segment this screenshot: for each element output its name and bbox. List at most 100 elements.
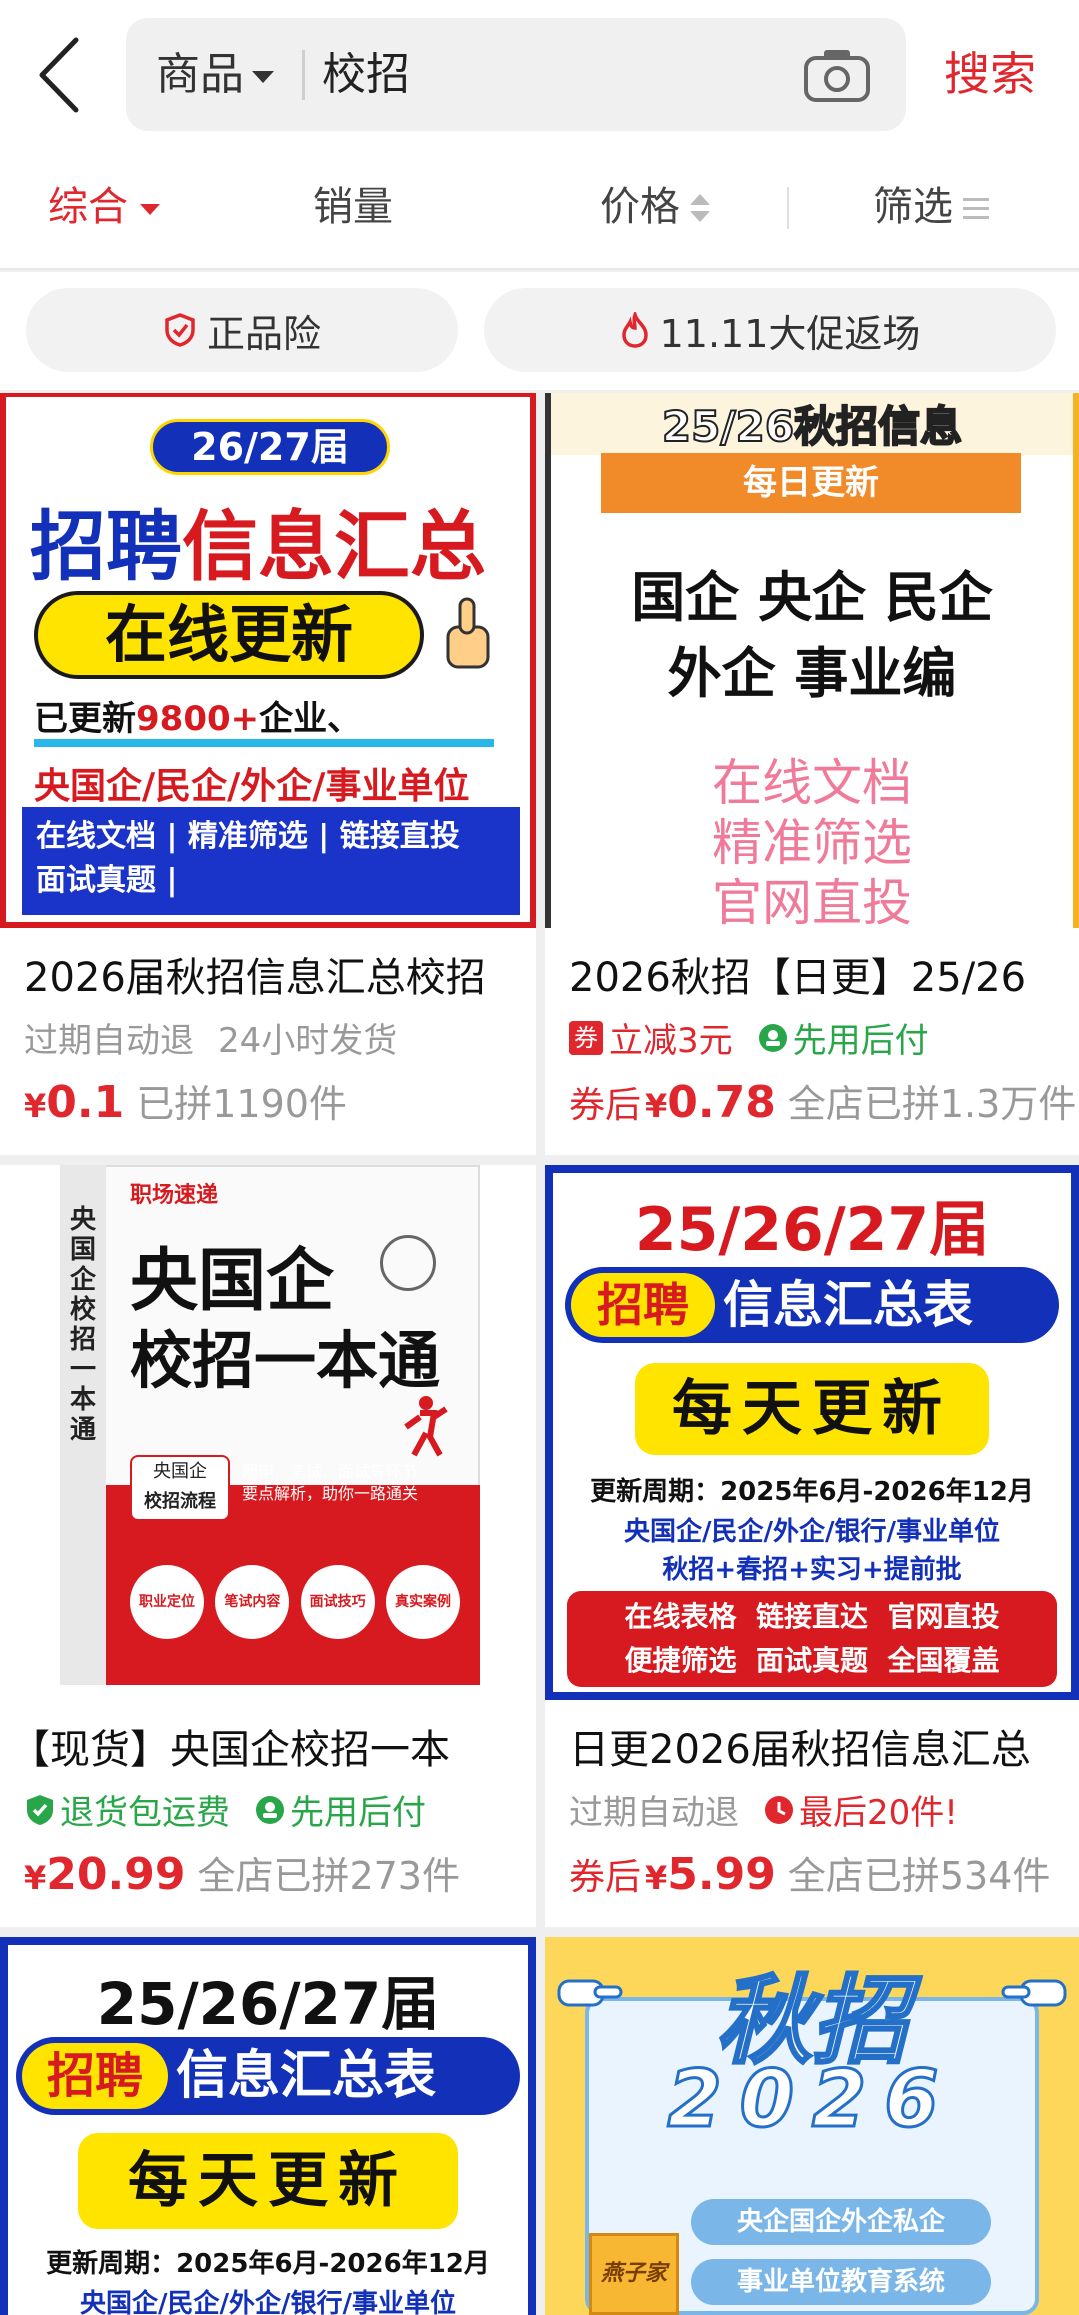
price-value: 0.78 [667,1077,776,1128]
features-line: 面试真题 | [36,863,178,898]
product-tags: 退货包运费 先用后付 [24,1785,426,1834]
headline: 25/26/27届 [96,1970,440,2038]
product-price: ¥0.1 已拼1190件 [24,1073,347,1128]
product-card[interactable]: 25/26秋招信息 每日更新 国企 央企 民企 外企 事业编 在线文档 精准筛选… [545,393,1079,1155]
sort-price[interactable]: 价格 [600,145,710,270]
daily-update-banner: 每天更新 [635,1363,989,1455]
sort-overall[interactable]: 综合 [48,145,160,270]
slogan-line: 网申、笔试、面试等环节 [242,1462,419,1481]
online-update-banner: 在线更新 [34,591,424,679]
headline: 25/26/27届 [634,1195,990,1265]
company-types: 央国企/民企/外企/银行/事业单位 [624,1517,1000,1547]
process-box-line: 校招流程 [144,1491,216,1512]
product-image: 25/26秋招信息 每日更新 国企 央企 民企 外企 事业编 在线文档 精准筛选… [545,393,1079,928]
updated-count: 已更新9800+企业、 [34,691,361,740]
shield-icon [165,313,195,347]
price-prefix: 券后 [569,1857,642,1898]
search-input[interactable]: 校招 [322,18,410,131]
coupon-icon: 券 [569,1020,603,1055]
coupon-text: 立减3元 [609,1021,733,1061]
text: 企业、 [259,699,362,739]
headline-part: 信息汇总 [182,502,486,591]
product-image: 25/26/27届 招聘 信息汇总表 每天更新 更新周期：2025年6月-202… [545,1165,1079,1700]
process-box: 央国企 校招流程 [130,1455,230,1521]
features-line: 在线表格 链接直达 官网直投 [624,1600,1000,1633]
search-scope-dropdown[interactable]: 商品 [156,18,274,131]
chip-promo-return[interactable]: 11.11大促返场 [484,288,1056,372]
sort-arrows-icon [690,194,710,224]
product-title[interactable]: 日更2026届秋招信息汇总 [569,1717,1031,1775]
price-value: 5.99 [667,1849,776,1900]
menu-icon [963,196,989,222]
topic-circle: 面试技巧 [300,1565,375,1639]
product-card[interactable]: 秋招 2026 央企国企外企私企 事业单位教育系统 燕子家 [545,1937,1079,2315]
pay-later-text: 先用后付 [792,1021,929,1061]
divider [787,187,789,229]
pointing-hand-icon [555,1967,625,2017]
product-title[interactable]: 【现货】央国企校招一本 [10,1717,450,1775]
product-title[interactable]: 2026届秋招信息汇总校招 [24,945,486,1003]
tag-shipping: 24小时发货 [218,1021,398,1061]
tag-auto-refund: 过期自动退 [24,1021,194,1061]
sold-count: 全店已拼534件 [787,1854,1051,1898]
pay-later-icon [758,1023,787,1052]
divider [34,739,494,747]
flame-icon [621,312,648,348]
caret-down-icon [140,203,160,215]
product-image: 央国企校招一本通 职场速递 央国企 校招一本通 央国企 校招流程 网申、笔试、面试… [0,1165,536,1700]
recruit-title: 信息汇总表 [723,1276,973,1334]
feature-text: 官网直投 [712,874,912,928]
price-prefix: 券后 [569,1085,642,1126]
product-tags: 券立减3元 先用后付 [569,1013,929,1062]
search-button[interactable]: 搜索 [944,18,1036,131]
top-bar: 商品 校招 搜索 [0,0,1079,145]
shield-check-icon [27,1794,53,1825]
search-box[interactable]: 商品 校招 [126,18,906,131]
company-types: 央国企/民企/外企/事业单位 [34,766,470,807]
product-card[interactable]: 26/27届 招聘信息汇总 在线更新 已更新9800+企业、 央国企/民企/外企… [0,393,536,1155]
product-price: ¥20.99 全店已拼273件 [24,1845,460,1900]
pointing-hand-icon [999,1967,1069,2017]
tag-auto-refund: 过期自动退 [569,1793,739,1833]
topic-circle: 笔试内容 [215,1565,290,1639]
update-period: 更新周期：2025年6月-2026年12月 [46,2249,490,2279]
sold-count: 全店已拼273件 [197,1854,460,1898]
recruit-tag: 招聘 [22,2043,168,2109]
headline: 招聘信息汇总 [30,485,486,595]
sold-count: 全店已拼1.3万件 [787,1082,1077,1126]
sold-count: 已拼1190件 [136,1082,347,1126]
features-line: 便捷筛选 面试真题 全国覆盖 [624,1644,1000,1677]
company-types: 国企 央企 民企 [631,566,993,629]
divider [302,50,305,100]
chevron-left-icon [39,37,79,113]
category-tag: 事业单位教育系统 [691,2259,991,2305]
sort-bar: 综合 销量 价格 筛选 [0,145,1079,270]
product-price: 券后 ¥5.99 全店已拼534件 [569,1845,1050,1900]
chip-authentic-insurance[interactable]: 正品险 [26,288,458,372]
publisher-logo: 职场速递 [130,1183,219,1208]
product-title[interactable]: 2026秋招【日更】25/26 [569,945,1026,1003]
book-title-line2: 校招一本通 [130,1324,441,1397]
product-card[interactable]: 25/26/27届 招聘 信息汇总表 每天更新 更新周期：2025年6月-202… [0,1937,536,2315]
company-types: 外企 事业编 [667,642,957,705]
search-scope-label: 商品 [156,49,244,100]
product-card[interactable]: 25/26/27届 招聘 信息汇总表 每天更新 更新周期：2025年6月-202… [545,1165,1079,1927]
currency: ¥ [24,1087,47,1125]
filter-button[interactable]: 筛选 [873,145,989,270]
product-tags: 过期自动退 24小时发货 [24,1013,397,1062]
camera-icon[interactable] [802,46,872,104]
year-text: 2026 [666,2054,957,2147]
product-price: 券后 ¥0.78 全店已拼1.3万件 [569,1073,1076,1128]
category-tag: 央企国企外企私企 [691,2199,991,2245]
daily-update-banner: 每天更新 [78,2133,458,2229]
slogan-line: 要点解析，助你一路通关 [242,1484,419,1503]
back-button[interactable] [30,30,90,120]
cover-slogan: 网申、笔试、面试等环节 要点解析，助你一路通关 [242,1461,418,1505]
product-tags: 过期自动退 最后20件! [569,1785,958,1834]
topic-circles: 职业定位 笔试内容 面试技巧 真实案例 [130,1565,460,1639]
text: 9800+ [136,699,260,739]
pay-later-text: 先用后付 [290,1793,426,1833]
recruit-tag: 招聘 [571,1273,715,1337]
sort-sales[interactable]: 销量 [313,145,393,270]
product-card[interactable]: 央国企校招一本通 职场速递 央国企 校招一本通 央国企 校招流程 网申、笔试、面试… [0,1165,536,1927]
